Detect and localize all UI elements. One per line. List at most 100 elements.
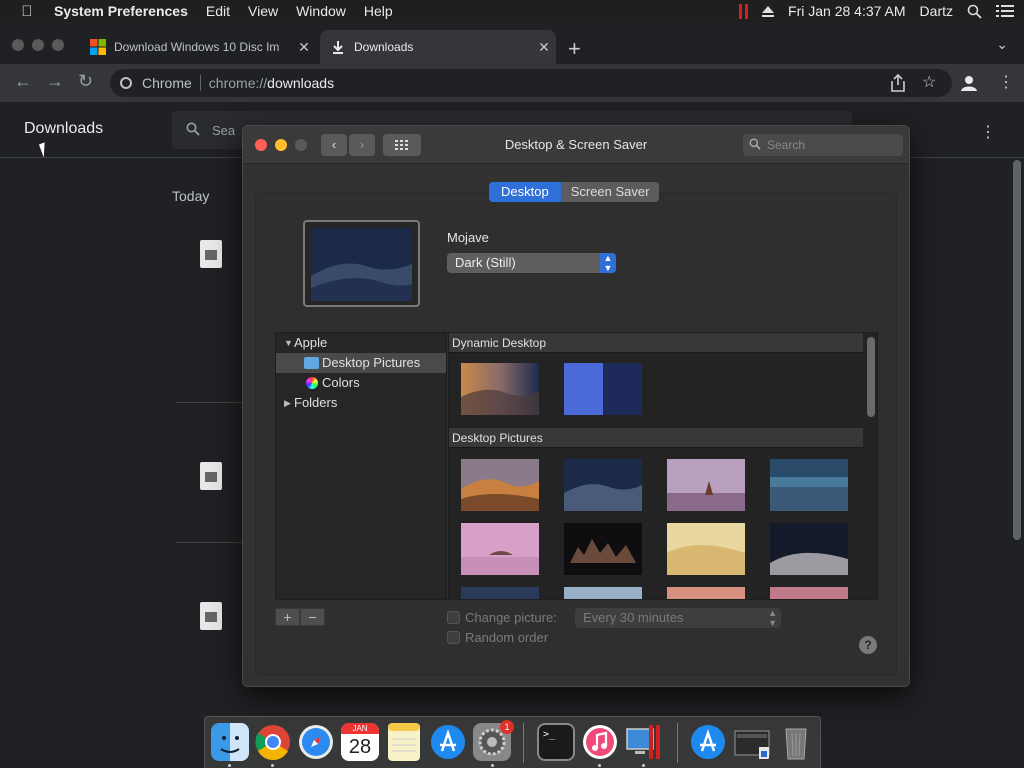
tab-screen-saver[interactable]: Screen Saver — [560, 182, 660, 202]
itunes-icon[interactable] — [581, 723, 619, 761]
address-bar[interactable]: Chrome chrome://downloads — [110, 69, 952, 97]
wallpaper-thumbnail[interactable] — [564, 459, 642, 511]
remove-folder-button[interactable]: − — [300, 608, 325, 626]
bookmark-star-icon[interactable]: ☆ — [922, 72, 936, 92]
file-icon — [200, 240, 222, 268]
address-chip: Chrome — [142, 75, 201, 91]
select-value: Dark (Still) — [455, 255, 516, 270]
downloads-menu-kebab-icon[interactable]: ⋮ — [980, 122, 996, 142]
finder-icon[interactable] — [211, 723, 249, 761]
chrome-close-button[interactable] — [12, 39, 24, 51]
calendar-day: 28 — [348, 736, 372, 758]
help-button[interactable]: ? — [859, 636, 877, 654]
chrome-zoom-button[interactable] — [52, 39, 64, 51]
running-indicator — [491, 764, 494, 767]
menu-edit[interactable]: Edit — [206, 3, 230, 19]
change-picture-checkbox[interactable] — [447, 611, 460, 624]
section-header: Dynamic Desktop — [449, 333, 863, 353]
chrome-minimize-button[interactable] — [32, 39, 44, 51]
wallpaper-thumbnail[interactable] — [667, 587, 745, 600]
wallpaper-thumbnail[interactable] — [461, 587, 539, 600]
interval-select[interactable]: Every 30 minutes ▲ ▼ — [575, 608, 781, 628]
wallpaper-thumbnail[interactable] — [667, 459, 745, 511]
menu-app-name[interactable]: System Preferences — [54, 3, 188, 19]
new-tab-plus-icon[interactable]: + — [568, 36, 581, 62]
apple-logo-icon[interactable]:  — [0, 3, 54, 20]
forward-arrow-icon[interactable]: → — [46, 71, 64, 92]
documents-stack-icon[interactable] — [733, 723, 771, 761]
back-arrow-icon[interactable]: ← — [14, 71, 32, 92]
app-store-icon[interactable] — [429, 723, 467, 761]
running-indicator — [642, 764, 645, 767]
add-remove-control: + − — [275, 608, 325, 626]
dock-separator — [677, 723, 678, 763]
safari-icon[interactable] — [297, 723, 335, 761]
menu-help[interactable]: Help — [364, 3, 393, 19]
tab-search-chevron-icon[interactable]: ⌄ — [996, 36, 1008, 53]
menu-clock[interactable]: Fri Jan 28 4:37 AM — [788, 3, 906, 19]
search-placeholder: Sea — [212, 122, 236, 138]
notes-icon[interactable] — [385, 723, 423, 761]
disclosure-down-icon[interactable]: ▼ — [284, 333, 293, 353]
wallpaper-thumbnail[interactable] — [564, 523, 642, 575]
page-scrollbar[interactable] — [1013, 160, 1021, 540]
search-icon — [186, 122, 200, 139]
tab-title: Download Windows 10 Disc Im — [114, 40, 280, 54]
appearance-mode-select[interactable]: Dark (Still) ▲ ▼ — [447, 253, 616, 273]
segmented-control: Desktop Screen Saver — [489, 182, 660, 202]
menu-user[interactable]: Dartz — [920, 3, 953, 19]
profile-icon[interactable] — [960, 74, 978, 92]
parallels-desktop-icon[interactable] — [625, 723, 663, 761]
source-apple[interactable]: ▼ Apple — [276, 333, 446, 353]
calendar-icon[interactable]: JAN 28 — [341, 723, 379, 761]
wallpaper-thumbnail[interactable] — [564, 363, 642, 415]
eject-icon[interactable] — [762, 5, 775, 17]
date-section-label: Today — [172, 188, 210, 204]
chrome-menu-kebab-icon[interactable]: ⋮ — [998, 72, 1014, 92]
wallpaper-preview — [303, 220, 420, 307]
add-folder-button[interactable]: + — [275, 608, 300, 626]
wallpaper-thumbnail[interactable] — [461, 459, 539, 511]
wallpaper-thumbnail[interactable] — [461, 363, 539, 415]
tab-close-icon[interactable]: ✕ — [532, 39, 556, 56]
random-order-checkbox[interactable] — [447, 631, 460, 644]
mojave-dark-preview-image — [311, 228, 412, 301]
select-stepper-icon: ▲ ▼ — [600, 253, 616, 273]
terminal-icon[interactable]: >_ — [537, 723, 575, 761]
source-colors[interactable]: Colors — [276, 373, 446, 393]
chrome-icon[interactable] — [254, 723, 292, 761]
tab-windows-download[interactable]: Download Windows 10 Disc Im ✕ — [80, 30, 316, 64]
parallels-status-icon[interactable] — [739, 3, 749, 19]
tab-close-icon[interactable]: ✕ — [292, 39, 316, 56]
notification-center-icon[interactable] — [996, 4, 1014, 18]
tab-title: Downloads — [354, 40, 414, 54]
menu-window[interactable]: Window — [296, 3, 346, 19]
wallpaper-thumbnail[interactable] — [564, 587, 642, 600]
random-order-label: Random order — [465, 630, 549, 645]
wallpaper-thumbnail[interactable] — [667, 523, 745, 575]
tab-desktop[interactable]: Desktop — [489, 182, 561, 202]
running-indicator — [271, 764, 274, 767]
reload-icon[interactable]: ↻ — [78, 71, 93, 92]
source-folders[interactable]: ▶ Folders — [276, 393, 446, 413]
source-desktop-pictures[interactable]: Desktop Pictures — [276, 353, 446, 373]
wallpaper-thumbnail[interactable] — [770, 523, 848, 575]
spotlight-search-icon[interactable] — [967, 4, 982, 19]
tab-downloads[interactable]: Downloads ✕ — [320, 30, 556, 64]
disclosure-right-icon[interactable]: ▶ — [284, 393, 291, 413]
trash-icon[interactable] — [777, 723, 815, 761]
search-icon — [749, 138, 761, 153]
grid-scrollbar[interactable] — [867, 337, 875, 417]
downloads-stack-icon[interactable] — [689, 723, 727, 761]
window-titlebar: ‹ › Desktop & Screen Saver Search — [243, 126, 909, 164]
wallpaper-grid: Dynamic Desktop Desktop Pictures — [448, 332, 878, 600]
prefs-search-input[interactable]: Search — [743, 134, 903, 156]
share-icon[interactable] — [890, 74, 906, 92]
select-stepper-icon: ▲ ▼ — [768, 608, 777, 628]
wallpaper-thumbnail[interactable] — [770, 587, 848, 600]
wallpaper-thumbnail[interactable] — [770, 459, 848, 511]
wallpaper-thumbnail[interactable] — [461, 523, 539, 575]
menu-view[interactable]: View — [248, 3, 278, 19]
file-icon — [200, 602, 222, 630]
change-picture-label: Change picture: — [465, 610, 557, 625]
